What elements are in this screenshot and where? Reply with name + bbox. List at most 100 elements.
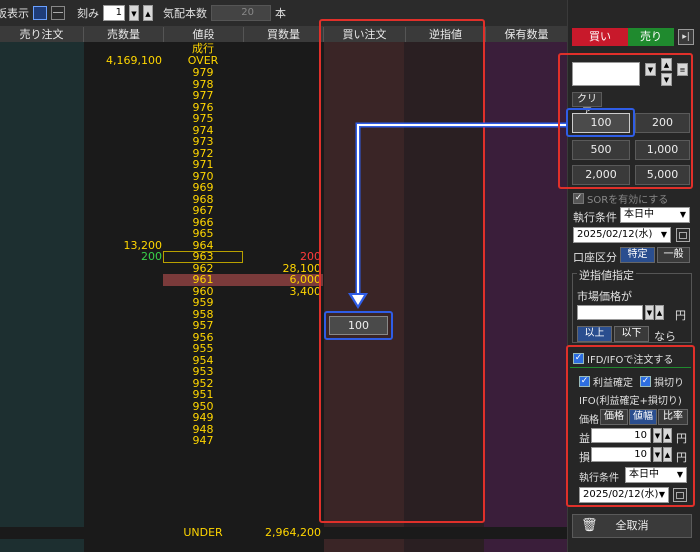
row-price: 973 <box>192 135 214 148</box>
row-sell-qty <box>84 113 164 125</box>
qty-up-icon[interactable]: ▲ <box>661 58 672 71</box>
quantity-input[interactable] <box>572 62 640 86</box>
profit-checkbox[interactable]: ✓ <box>579 376 590 387</box>
row-buy-qty <box>243 366 323 378</box>
board-view-label: 板表示 <box>0 7 29 20</box>
qty-200-button[interactable]: 200 <box>635 113 690 133</box>
row-price: 947 <box>192 434 214 447</box>
qty-down-icon[interactable]: ▼ <box>661 73 672 86</box>
single-view-icon[interactable] <box>33 6 47 20</box>
row-buy-qty <box>243 435 323 447</box>
row-buy-qty <box>243 297 323 309</box>
qty-1000-button[interactable]: 1,000 <box>635 140 690 160</box>
row-buy-qty <box>243 102 323 114</box>
calendar-icon[interactable] <box>676 228 690 242</box>
exec2-select[interactable]: 本日中 ▼ <box>625 467 687 483</box>
quote-count-label: 気配本数 <box>163 7 207 20</box>
buy-tab[interactable]: 買い <box>572 28 628 46</box>
qty-2000-button[interactable]: 2,000 <box>572 165 630 185</box>
sell-tab[interactable]: 売り <box>628 28 674 46</box>
row-sell-qty <box>84 90 164 102</box>
profit-label: 利益確定 <box>593 378 633 389</box>
row-buy-qty <box>243 90 323 102</box>
row-sell-qty <box>84 159 164 171</box>
trading-window: 板表示 刻み 1 ▼ ▲ 気配本数 20 本 売り注文 売数量 値段 買数量 買… <box>0 0 700 552</box>
price-type-range-button[interactable]: 値幅 <box>629 409 657 425</box>
row-sell-qty <box>84 378 164 390</box>
row-buy-qty <box>243 67 323 79</box>
stop-order-title: 逆指値指定 <box>577 267 636 283</box>
stop-price-up-icon[interactable]: ▲ <box>655 305 664 320</box>
loss-up-icon[interactable]: ▲ <box>663 447 672 462</box>
row-sell-qty <box>84 136 164 148</box>
qty-reset-icon[interactable]: ≡ <box>677 63 688 76</box>
loss-short-label: 損 <box>579 451 590 464</box>
row-price: 959 <box>192 296 214 309</box>
exec-condition-value: 本日中 <box>624 209 654 220</box>
gain-up-icon[interactable]: ▲ <box>663 428 672 443</box>
row-sell-qty <box>84 309 164 321</box>
panel-toggle-icon[interactable]: ▸| <box>678 29 694 45</box>
price-type-ratio-button[interactable]: 比率 <box>658 409 688 425</box>
tick-up-icon[interactable]: ▲ <box>143 5 153 21</box>
split-view-icon[interactable] <box>51 6 65 20</box>
stop-price-input[interactable] <box>577 305 643 320</box>
stop-price-yen: 円 <box>675 309 686 322</box>
ifd-label: IFD/IFOで注文する <box>587 355 674 366</box>
dropped-order-button[interactable]: 100 <box>329 316 388 335</box>
stop-price-dropdown-icon[interactable]: ▼ <box>645 305 654 320</box>
row-sell-qty <box>84 389 164 401</box>
row-buy-qty <box>243 332 323 344</box>
row-buy-qty: 3,400 <box>289 284 322 298</box>
row-sell-qty <box>84 320 164 332</box>
row-price: 979 <box>192 66 214 79</box>
ifd-checkbox[interactable]: ✓ <box>573 353 584 364</box>
row-sell-qty <box>84 401 164 413</box>
qty-100-button[interactable]: 100 <box>572 113 630 133</box>
clear-button[interactable]: クリア <box>572 92 602 118</box>
row-sell-qty <box>84 343 164 355</box>
qty-500-button[interactable]: 500 <box>572 140 630 160</box>
row-sell-qty <box>84 217 164 229</box>
over-sell-qty: 4,169,100 <box>106 54 162 67</box>
gain-dropdown-icon[interactable]: ▼ <box>653 428 662 443</box>
over-label: OVER <box>187 54 219 67</box>
exec2-value: 本日中 <box>629 469 659 480</box>
calendar2-icon[interactable] <box>673 488 687 502</box>
trash-icon: 🗑 <box>581 518 598 533</box>
row-buy-qty <box>243 320 323 332</box>
price-type-label: 価格 <box>579 415 599 426</box>
account-general-button[interactable]: 一般 <box>657 247 690 263</box>
gain-input[interactable]: 10 <box>591 428 651 443</box>
cancel-all-button[interactable]: 🗑 全取消 <box>572 514 692 538</box>
row-price: 951 <box>192 388 214 401</box>
account-specific-button[interactable]: 特定 <box>620 247 655 263</box>
date-select[interactable]: 2025/02/12(水) ▼ <box>573 227 671 243</box>
row-price: 967 <box>192 204 214 217</box>
price-type-price-button[interactable]: 価格 <box>600 409 628 425</box>
header-price: 値段 <box>164 27 244 42</box>
loss-checkbox[interactable]: ✓ <box>640 376 651 387</box>
date2-select[interactable]: 2025/02/12(水) ▼ <box>579 487 669 503</box>
row-buy-qty <box>243 79 323 91</box>
market-price-label: 成行 <box>192 42 214 55</box>
qty-dropdown-icon[interactable]: ▼ <box>645 63 656 76</box>
row-buy-qty <box>243 113 323 125</box>
qty-5000-button[interactable]: 5,000 <box>635 165 690 185</box>
sor-checkbox[interactable]: ✓ <box>573 193 584 204</box>
row-sell-qty <box>84 424 164 436</box>
loss-input[interactable]: 10 <box>591 447 651 462</box>
exec-condition-label: 執行条件 <box>573 211 617 224</box>
row-buy-qty <box>243 309 323 321</box>
above-button[interactable]: 以上 <box>577 326 612 342</box>
row-sell-qty <box>84 125 164 137</box>
exec-condition-select[interactable]: 本日中 ▼ <box>620 207 690 223</box>
row-buy-qty <box>243 424 323 436</box>
row-price: 955 <box>192 342 214 355</box>
loss-dropdown-icon[interactable]: ▼ <box>653 447 662 462</box>
tick-input[interactable]: 1 <box>103 5 125 21</box>
tick-dropdown-icon[interactable]: ▼ <box>129 5 139 21</box>
row-sell-qty <box>84 332 164 344</box>
row-sell-qty <box>84 274 164 286</box>
below-button[interactable]: 以下 <box>614 326 649 342</box>
